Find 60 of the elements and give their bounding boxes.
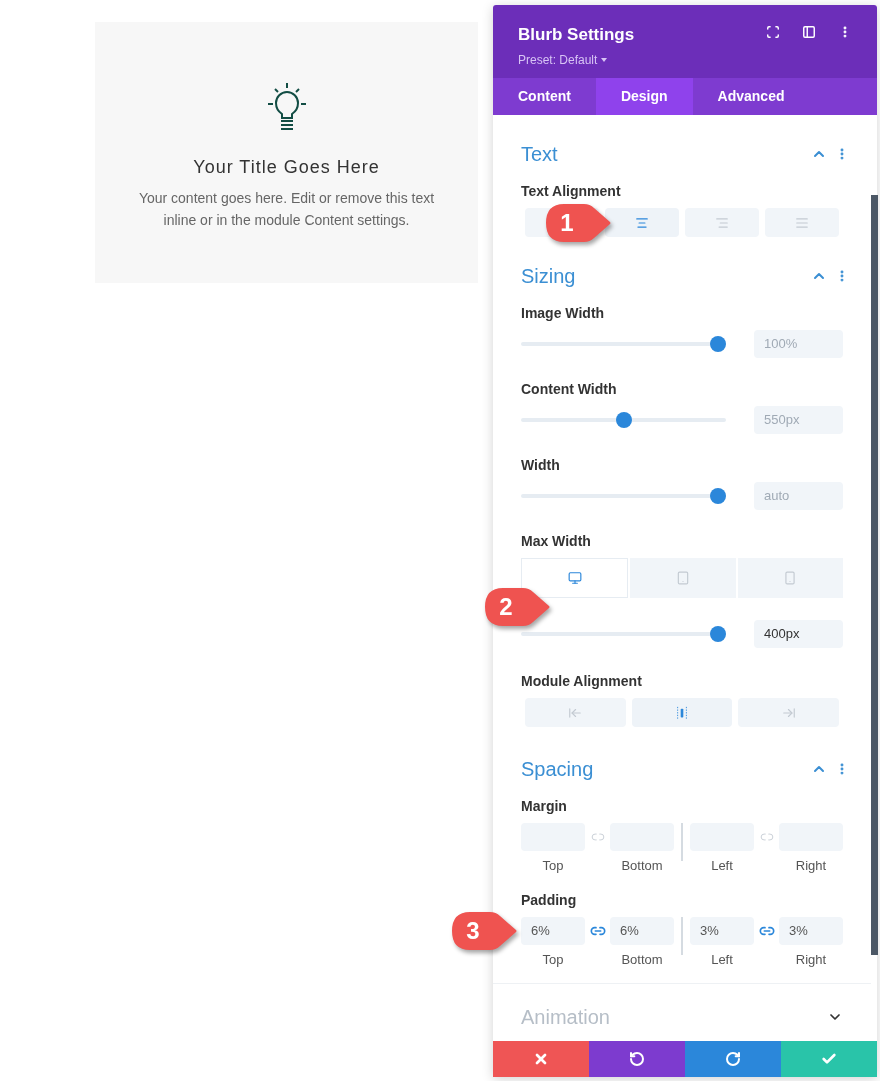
slider-thumb[interactable]: [615, 412, 632, 428]
input-caption: Right: [795, 950, 827, 969]
section-title[interactable]: Sizing: [521, 261, 576, 291]
section-title[interactable]: Text: [521, 139, 558, 169]
redo-icon: [725, 1051, 741, 1067]
scrollbar[interactable]: [871, 195, 878, 955]
align-right-icon: [715, 215, 729, 230]
field-label: Module Alignment: [521, 672, 643, 691]
input-caption: Left: [711, 950, 733, 969]
slider-thumb[interactable]: [709, 336, 726, 352]
input-caption: Right: [795, 857, 827, 875]
input-caption: Top: [542, 950, 564, 969]
input-caption: Bottom: [621, 857, 663, 875]
device-tab[interactable]: [521, 558, 629, 598]
input-caption: Top: [542, 857, 564, 875]
tab[interactable]: Content: [493, 78, 596, 115]
align-justify-icon: [795, 215, 809, 230]
tablet-icon: [676, 571, 690, 585]
spacing-input[interactable]: 6%: [521, 916, 585, 945]
desktop-icon: [567, 571, 582, 585]
discard-button[interactable]: [493, 1041, 589, 1077]
section-title[interactable]: Spacing: [521, 754, 594, 784]
spacing-input[interactable]: 3%: [779, 916, 843, 945]
field-label: Text Alignment: [521, 182, 622, 201]
align-center-icon: [635, 215, 649, 230]
field-label: Content Width: [521, 380, 618, 399]
callout-tooltip: 3: [450, 909, 518, 952]
slider-thumb[interactable]: [709, 488, 726, 504]
undo-icon: [629, 1051, 645, 1067]
arrow-left-icon: [568, 705, 583, 720]
preset-selector[interactable]: Preset: Default: [518, 50, 635, 69]
phone-icon: [783, 571, 798, 585]
callout-tooltip: 1: [544, 202, 612, 244]
callout-tooltip: 2: [483, 586, 551, 628]
value-field[interactable]: 400px: [754, 620, 843, 648]
field-label: Width: [521, 456, 561, 475]
field-label: Padding: [521, 890, 578, 910]
fullscreen-icon[interactable]: [766, 25, 780, 39]
panel-title: Blurb Settings: [518, 24, 635, 46]
arrow-right-icon: [781, 705, 796, 720]
tab[interactable]: Advanced: [692, 78, 810, 115]
panel-layout-icon[interactable]: [802, 25, 816, 39]
input-caption: Bottom: [621, 950, 663, 969]
undo-button[interactable]: [589, 1041, 685, 1077]
blurb-title: Your Title Goes Here: [193, 156, 380, 179]
input-caption: Left: [711, 857, 733, 875]
alignment-button[interactable]: [605, 208, 679, 237]
slider-thumb[interactable]: [709, 626, 726, 642]
redo-button[interactable]: [685, 1041, 781, 1077]
field-label: Image Width: [521, 304, 606, 323]
spacing-input[interactable]: 6%: [610, 916, 674, 945]
field-label: Margin: [521, 797, 568, 816]
field-label: Max Width: [521, 532, 592, 551]
center-bar-icon: [675, 705, 689, 720]
tab[interactable]: Design: [595, 78, 693, 115]
check-icon: [821, 1051, 837, 1067]
blurb-text: Your content goes here. Edit or remove this text inline or in the module Content settings.: [137, 189, 436, 230]
close-icon: [533, 1051, 549, 1067]
caret-icon: [601, 57, 608, 62]
spacing-input[interactable]: 3%: [690, 916, 754, 945]
